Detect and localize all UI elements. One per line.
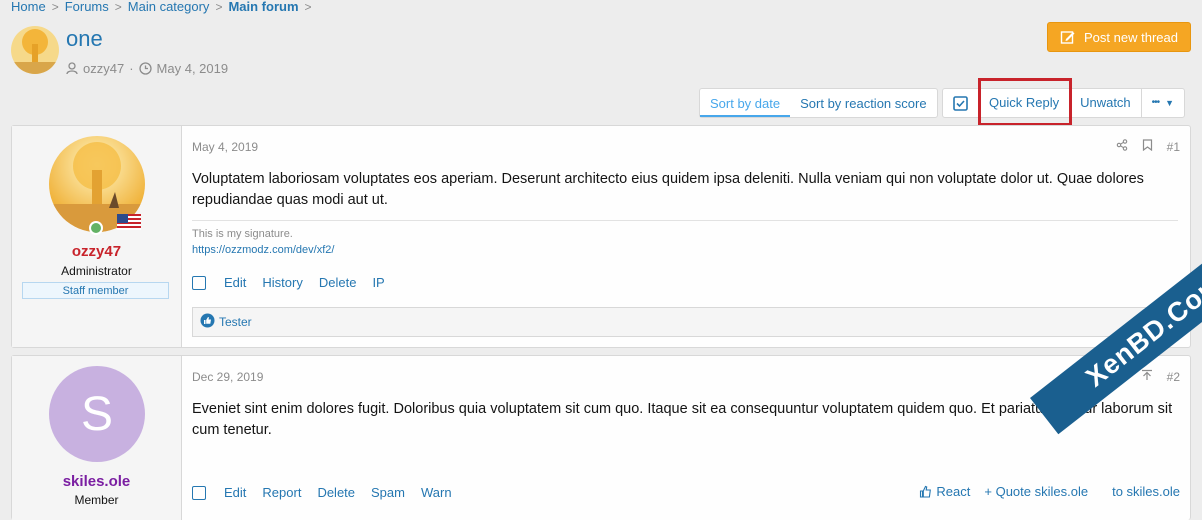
meta-separator: · bbox=[129, 61, 134, 76]
thread-meta: ozzy47 · May 4, 2019 bbox=[66, 61, 228, 76]
thread-action-bar: Quick Reply Unwatch ••• ▼ bbox=[942, 88, 1186, 118]
quote-button[interactable]: + Quote skiles.ole bbox=[984, 484, 1088, 499]
post-number[interactable]: #1 bbox=[1167, 140, 1180, 154]
thread-author-link[interactable]: ozzy47 bbox=[83, 61, 124, 76]
clock-icon bbox=[138, 62, 152, 75]
post-actions: Edit History Delete IP bbox=[192, 275, 385, 290]
select-post-checkbox[interactable] bbox=[192, 485, 206, 500]
breadcrumb-main-category[interactable]: Main category bbox=[128, 0, 210, 14]
react-label: React bbox=[936, 484, 971, 499]
reactions-bar: Tester bbox=[192, 307, 1180, 337]
post-main: Dec 29, 2019 #2 Eveniet sint enim dolore… bbox=[192, 356, 1190, 520]
react-button[interactable]: React bbox=[919, 484, 970, 499]
edit-icon bbox=[1060, 31, 1075, 44]
checkbox-check-icon bbox=[953, 95, 968, 111]
chevron-right-icon: > bbox=[215, 0, 223, 14]
reply-to-button[interactable]: to skiles.ole bbox=[1112, 484, 1180, 499]
post-icons: #1 bbox=[1116, 139, 1180, 154]
select-post-checkbox[interactable] bbox=[192, 275, 206, 290]
post-right-actions: React + Quote skiles.ole to skiles.ole bbox=[919, 484, 1180, 499]
online-status-icon bbox=[89, 221, 103, 235]
sort-tabs: Sort by date Sort by reaction score bbox=[699, 88, 938, 118]
avatar-letter: S bbox=[80, 387, 113, 441]
delete-link[interactable]: Delete bbox=[317, 485, 355, 500]
ip-link[interactable]: IP bbox=[372, 275, 384, 290]
quick-reply-button[interactable]: Quick Reply bbox=[979, 89, 1071, 117]
chevron-right-icon: > bbox=[51, 0, 59, 14]
post-date[interactable]: Dec 29, 2019 bbox=[192, 370, 263, 384]
tab-sort-by-date[interactable]: Sort by date bbox=[700, 89, 791, 117]
thumbs-up-icon bbox=[920, 485, 932, 498]
user-title: Administrator bbox=[61, 264, 132, 278]
more-options-button[interactable]: ••• ▼ bbox=[1142, 89, 1184, 117]
user-icon bbox=[66, 62, 78, 75]
post-user-cell: S skiles.ole Member bbox=[12, 356, 182, 520]
post-1: ozzy47 Administrator Staff member May 4,… bbox=[11, 125, 1191, 348]
post-main: May 4, 2019 #1 Voluptatem laboriosam vol… bbox=[192, 126, 1190, 347]
signature-text: This is my signature. bbox=[192, 228, 293, 240]
signature-link[interactable]: https://ozzmodz.com/dev/xf2/ bbox=[192, 244, 334, 256]
tab-sort-by-reaction-score[interactable]: Sort by reaction score bbox=[790, 89, 936, 117]
report-link[interactable]: Report bbox=[262, 485, 301, 500]
history-link[interactable]: History bbox=[262, 275, 302, 290]
post-new-thread-button[interactable]: Post new thread bbox=[1047, 22, 1191, 52]
reaction-user-link[interactable]: Tester bbox=[219, 315, 252, 329]
thread-title: one bbox=[66, 26, 103, 51]
thread-author-avatar[interactable] bbox=[11, 26, 59, 74]
us-flag-icon bbox=[117, 214, 141, 230]
username[interactable]: ozzy47 bbox=[12, 243, 181, 260]
warn-link[interactable]: Warn bbox=[421, 485, 452, 500]
chevron-right-icon: > bbox=[304, 0, 312, 14]
username[interactable]: skiles.ole bbox=[12, 473, 181, 490]
post-number[interactable]: #2 bbox=[1167, 370, 1180, 384]
like-icon bbox=[200, 313, 215, 331]
post-new-thread-label: Post new thread bbox=[1084, 29, 1178, 45]
post-body: Voluptatem laboriosam voluptates eos ape… bbox=[192, 171, 1144, 208]
bookmark-icon[interactable] bbox=[1142, 139, 1153, 154]
post-2: S skiles.ole Member Dec 29, 2019 #2 Even… bbox=[11, 355, 1191, 520]
staff-badge: Staff member bbox=[22, 282, 169, 299]
spam-link[interactable]: Spam bbox=[371, 485, 405, 500]
breadcrumb-home[interactable]: Home bbox=[11, 0, 46, 14]
edit-link[interactable]: Edit bbox=[224, 275, 246, 290]
post-user-cell: ozzy47 Administrator Staff member bbox=[12, 126, 182, 347]
user-title: Member bbox=[74, 493, 119, 507]
chevron-right-icon: > bbox=[114, 0, 122, 14]
thread-date: May 4, 2019 bbox=[156, 61, 229, 76]
caret-down-icon: ▼ bbox=[1165, 98, 1175, 108]
unwatch-button[interactable]: Unwatch bbox=[1070, 89, 1142, 117]
jump-to-top-icon[interactable] bbox=[1141, 369, 1153, 384]
delete-link[interactable]: Delete bbox=[319, 275, 357, 290]
breadcrumb-main-forum[interactable]: Main forum bbox=[228, 0, 298, 14]
post-actions: Edit Report Delete Spam Warn bbox=[192, 485, 452, 500]
post-body: Eveniet sint enim dolores fugit. Dolorib… bbox=[192, 401, 1173, 438]
breadcrumb-forums[interactable]: Forums bbox=[65, 0, 109, 14]
edit-link[interactable]: Edit bbox=[224, 485, 246, 500]
signature: This is my signature. https://ozzmodz.co… bbox=[192, 220, 1178, 258]
share-icon[interactable] bbox=[1116, 139, 1128, 154]
post-date[interactable]: May 4, 2019 bbox=[192, 140, 258, 154]
breadcrumb: Home > Forums > Main category > Main for… bbox=[11, 0, 312, 14]
multi-select-button[interactable] bbox=[943, 89, 979, 117]
more-dots: ••• bbox=[1151, 97, 1160, 108]
avatar[interactable]: S bbox=[49, 366, 145, 462]
